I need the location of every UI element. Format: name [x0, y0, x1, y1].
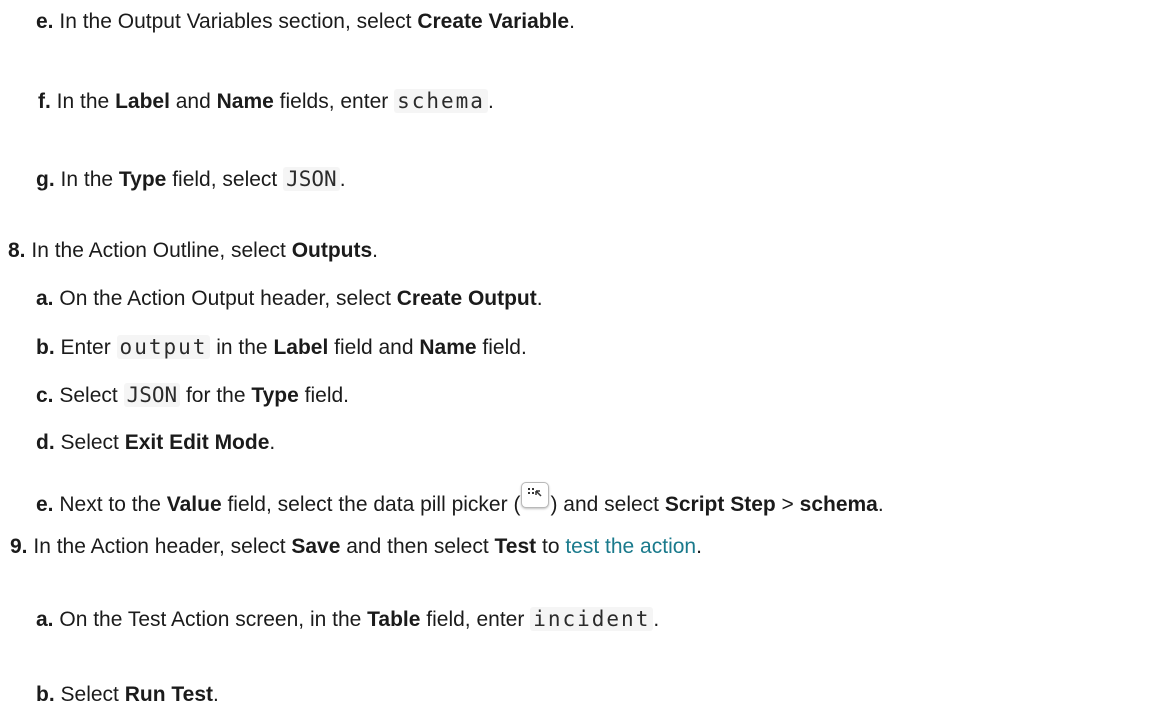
- step-marker: 8.: [8, 239, 26, 262]
- step-marker: e.: [36, 493, 54, 516]
- step-8-outputs: 8. In the Action Outline, select Outputs…: [8, 239, 379, 262]
- step-marker: f.: [38, 90, 51, 113]
- step-f-label-name: f. In the Label and Name fields, enter s…: [38, 89, 494, 113]
- ui-label-save: Save: [291, 535, 341, 558]
- ui-label-label: Label: [115, 90, 170, 113]
- step-marker: c.: [36, 384, 54, 407]
- ui-label-test: Test: [494, 535, 537, 558]
- data-pill-picker-icon: [521, 482, 550, 508]
- step-9-save-test: 9. In the Action header, select Save and…: [10, 535, 702, 558]
- step-marker: 9.: [10, 535, 28, 558]
- ui-label-name: Name: [419, 336, 477, 359]
- step-marker: d.: [36, 431, 55, 454]
- step-marker: b.: [36, 683, 55, 706]
- step-8a-create-output: a. On the Action Output header, select C…: [36, 287, 543, 310]
- ui-label-type: Type: [118, 168, 167, 191]
- step-e-create-variable: e. In the Output Variables section, sele…: [36, 10, 575, 33]
- ui-label-type: Type: [251, 384, 299, 407]
- test-the-action-link[interactable]: test the action: [565, 535, 696, 558]
- code-schema: schema: [394, 89, 488, 113]
- ui-label-create-variable: Create Variable: [417, 10, 570, 33]
- ui-label-script-step: Script Step: [664, 493, 776, 516]
- ui-label-table: Table: [367, 608, 421, 631]
- step-9a-table-incident: a. On the Test Action screen, in the Tab…: [36, 607, 660, 631]
- step-g-type-json: g. In the Type field, select JSON.: [36, 167, 346, 191]
- step-marker: e.: [36, 10, 54, 33]
- code-json: JSON: [123, 383, 181, 407]
- step-marker: a.: [36, 608, 54, 631]
- step-8c-type-json: c. Select JSON for the Type field.: [36, 383, 350, 407]
- step-8b-output-label: b. Enter output in the Label field and N…: [36, 335, 527, 359]
- step-9b-run-test: b. Select Run Test.: [36, 683, 219, 706]
- step-8d-exit-edit-mode: d. Select Exit Edit Mode.: [36, 431, 276, 454]
- ui-label-label: Label: [273, 336, 329, 359]
- ui-label-outputs: Outputs: [291, 239, 373, 262]
- ui-label-run-test: Run Test: [124, 683, 213, 706]
- ui-label-create-output: Create Output: [396, 287, 537, 310]
- step-8e-data-pill-picker: e. Next to the Value field, select the d…: [36, 482, 884, 520]
- step-marker: g.: [36, 168, 55, 191]
- code-output: output: [116, 335, 211, 359]
- step-marker: a.: [36, 287, 54, 310]
- ui-label-value: Value: [166, 493, 222, 516]
- code-json: JSON: [283, 167, 340, 191]
- code-incident: incident: [530, 607, 654, 631]
- step-marker: b.: [36, 336, 55, 359]
- ui-label-name: Name: [216, 90, 274, 113]
- ui-label-exit-edit-mode: Exit Edit Mode: [124, 431, 270, 454]
- ui-label-schema: schema: [799, 493, 878, 516]
